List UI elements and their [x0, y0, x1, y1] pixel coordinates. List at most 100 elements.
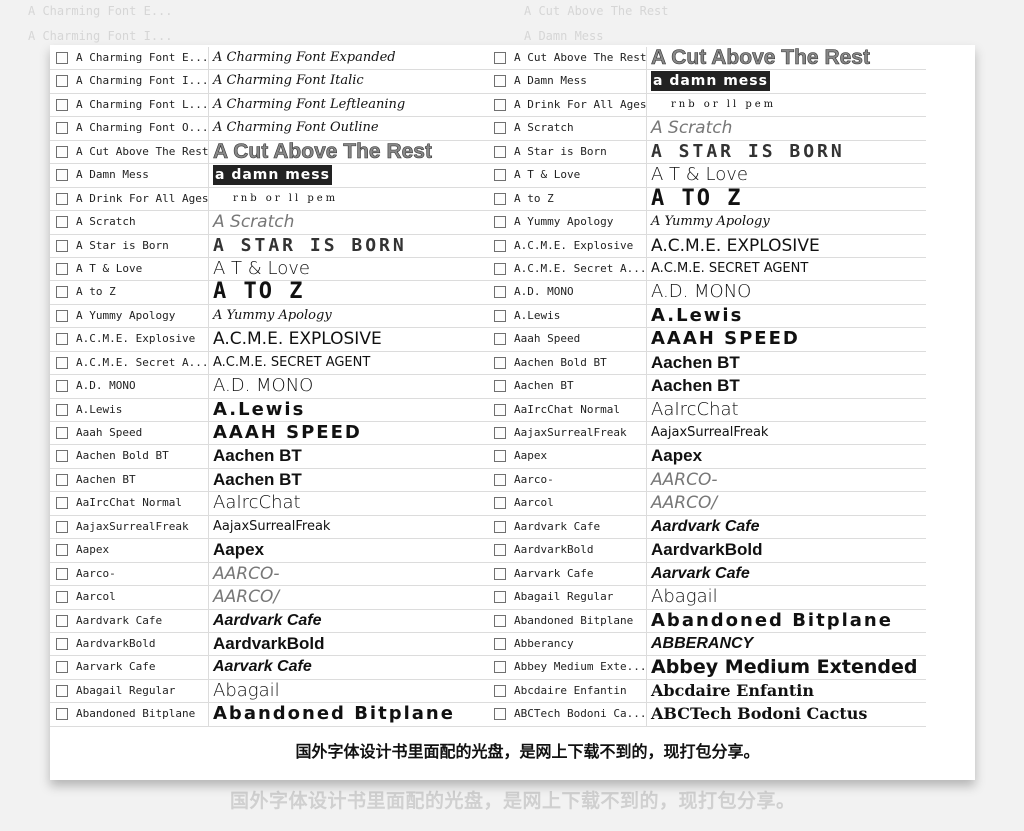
font-row[interactable]: A.D. MONO A.D. MONO: [50, 375, 488, 399]
font-checkbox[interactable]: [494, 661, 506, 674]
font-checkbox[interactable]: [494, 52, 506, 64]
font-row[interactable]: A.C.M.E. Secret A... A.C.M.E. SECRET AGEN…: [488, 257, 926, 282]
font-checkbox[interactable]: [56, 192, 68, 205]
font-checkbox[interactable]: [56, 286, 68, 299]
font-checkbox[interactable]: [56, 544, 68, 557]
font-row[interactable]: Aarcol AARCO/: [50, 586, 488, 610]
font-row[interactable]: A.Lewis A.Lewis: [50, 398, 488, 422]
font-row[interactable]: Abagail Regular Abagail: [488, 586, 926, 610]
font-checkbox[interactable]: [494, 98, 506, 111]
font-checkbox[interactable]: [494, 356, 506, 369]
font-checkbox[interactable]: [494, 614, 506, 627]
font-checkbox[interactable]: [56, 98, 68, 111]
font-row[interactable]: Aachen BT Aachen BT: [50, 468, 488, 493]
font-checkbox[interactable]: [56, 614, 68, 627]
font-row[interactable]: A.D. MONO A.D. MONO: [488, 281, 926, 305]
font-checkbox[interactable]: [494, 403, 506, 416]
font-checkbox[interactable]: [494, 192, 506, 205]
font-checkbox[interactable]: [494, 239, 506, 252]
font-checkbox[interactable]: [56, 637, 68, 650]
font-checkbox[interactable]: [494, 145, 506, 158]
font-checkbox[interactable]: [494, 333, 506, 346]
font-row[interactable]: Abandoned Bitplane Abandoned Bitplane: [50, 703, 488, 727]
font-checkbox[interactable]: [494, 262, 506, 275]
font-row[interactable]: A Damn Mess a damn mess: [488, 70, 926, 94]
font-row[interactable]: A T & Love A T & Love: [50, 257, 488, 282]
font-row[interactable]: A Charming Font O... A Charming Font Outl…: [50, 117, 488, 141]
font-checkbox[interactable]: [494, 544, 506, 557]
font-checkbox[interactable]: [494, 473, 506, 486]
font-checkbox[interactable]: [494, 591, 506, 604]
font-row[interactable]: Aachen Bold BT Aachen BT: [50, 445, 488, 469]
font-row[interactable]: Aaah Speed AAAH SPEED: [488, 328, 926, 352]
font-row[interactable]: Aarcol AARCO/: [488, 492, 926, 516]
font-row[interactable]: AajaxSurrealFreak AajaxSurrealFreak: [488, 422, 926, 446]
font-row[interactable]: A Charming Font I... A Charming Font Ital…: [50, 70, 488, 94]
font-row[interactable]: A Yummy Apology A Yummy Apology: [488, 211, 926, 235]
font-row[interactable]: A Yummy Apology A Yummy Apology: [50, 304, 488, 329]
font-row[interactable]: A.C.M.E. Secret A... A.C.M.E. SECRET AGEN…: [50, 351, 488, 376]
font-checkbox[interactable]: [56, 403, 68, 416]
font-checkbox[interactable]: [494, 567, 506, 580]
font-row[interactable]: A.Lewis A.Lewis: [488, 304, 926, 329]
font-row[interactable]: Abcdaire Enfantin Abcdaire Enfantin: [488, 679, 926, 704]
font-checkbox[interactable]: [56, 333, 68, 346]
font-row[interactable]: A Cut Above The Rest A Cut Above The Rest: [50, 140, 488, 165]
font-row[interactable]: Aachen Bold BT Aachen BT: [488, 351, 926, 376]
font-row[interactable]: A Star is Born A STAR IS BORN: [488, 140, 926, 165]
font-checkbox[interactable]: [56, 380, 68, 393]
font-row[interactable]: A Damn Mess a damn mess: [50, 164, 488, 188]
font-checkbox[interactable]: [494, 637, 506, 650]
font-row[interactable]: A Star is Born A STAR IS BORN: [50, 234, 488, 258]
font-checkbox[interactable]: [56, 473, 68, 486]
font-checkbox[interactable]: [494, 450, 506, 463]
font-row[interactable]: Aardvark Cafe Aardvark Cafe: [488, 515, 926, 540]
font-row[interactable]: A.C.M.E. Explosive A.C.M.E. EXPLOSIVE: [50, 328, 488, 352]
font-row[interactable]: A Charming Font L... A Charming Font Left…: [50, 93, 488, 118]
font-checkbox[interactable]: [56, 52, 68, 64]
font-row[interactable]: Aarvark Cafe Aarvark Cafe: [50, 656, 488, 680]
font-checkbox[interactable]: [56, 708, 68, 721]
font-row[interactable]: A Scratch A Scratch: [488, 117, 926, 141]
font-checkbox[interactable]: [56, 661, 68, 674]
font-row[interactable]: A to Z A TO Z: [488, 187, 926, 212]
font-row[interactable]: AardvarkBold AardvarkBold: [50, 632, 488, 657]
font-row[interactable]: Aachen BT Aachen BT: [488, 375, 926, 399]
font-checkbox[interactable]: [494, 216, 506, 229]
font-row[interactable]: ABCTech Bodoni Ca... ABCTech Bodoni Cactu…: [488, 703, 926, 727]
font-checkbox[interactable]: [56, 497, 68, 510]
font-checkbox[interactable]: [56, 520, 68, 533]
font-checkbox[interactable]: [494, 708, 506, 721]
font-row[interactable]: Aapex Aapex: [50, 539, 488, 563]
font-checkbox[interactable]: [494, 75, 506, 88]
font-row[interactable]: Abbey Medium Exte... Abbey Medium Extende…: [488, 656, 926, 680]
font-checkbox[interactable]: [56, 239, 68, 252]
font-checkbox[interactable]: [56, 591, 68, 604]
font-row[interactable]: Aaah Speed AAAH SPEED: [50, 422, 488, 446]
font-row[interactable]: Aarco- AARCO-: [50, 562, 488, 587]
font-checkbox[interactable]: [494, 380, 506, 393]
font-checkbox[interactable]: [494, 309, 506, 322]
font-row[interactable]: AajaxSurrealFreak AajaxSurrealFreak: [50, 515, 488, 540]
font-row[interactable]: A Charming Font E... A Charming Font Expa…: [50, 47, 488, 71]
font-row[interactable]: A Drink For All Ages rnb or ll pem: [488, 93, 926, 118]
font-checkbox[interactable]: [494, 684, 506, 697]
font-row[interactable]: Aapex Aapex: [488, 445, 926, 469]
font-row[interactable]: A Drink For All Ages rnb or ll pem: [50, 187, 488, 212]
font-checkbox[interactable]: [494, 427, 506, 439]
font-checkbox[interactable]: [56, 169, 68, 182]
font-checkbox[interactable]: [494, 520, 506, 533]
font-checkbox[interactable]: [494, 122, 506, 135]
font-row[interactable]: Aardvark Cafe Aardvark Cafe: [50, 609, 488, 633]
font-checkbox[interactable]: [56, 356, 68, 369]
font-checkbox[interactable]: [56, 309, 68, 322]
font-row[interactable]: Abagail Regular Abagail: [50, 679, 488, 704]
font-checkbox[interactable]: [56, 427, 68, 439]
font-checkbox[interactable]: [494, 169, 506, 182]
font-row[interactable]: Abberancy ABBERANCY: [488, 632, 926, 657]
font-checkbox[interactable]: [56, 122, 68, 135]
font-checkbox[interactable]: [56, 75, 68, 88]
font-row[interactable]: A to Z A TO Z: [50, 281, 488, 305]
font-checkbox[interactable]: [56, 567, 68, 580]
font-checkbox[interactable]: [494, 286, 506, 299]
